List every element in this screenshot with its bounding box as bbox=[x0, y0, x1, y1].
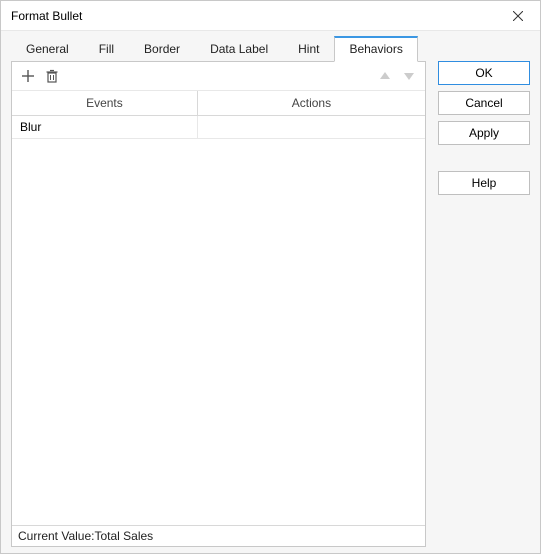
status-bar: Current Value:Total Sales bbox=[12, 525, 425, 546]
toolbar bbox=[12, 62, 425, 91]
tab-general[interactable]: General bbox=[11, 37, 84, 61]
arrow-up-icon bbox=[378, 69, 392, 83]
column-header-events[interactable]: Events bbox=[12, 91, 198, 115]
cell-event[interactable]: Blur bbox=[12, 116, 198, 138]
status-value: Total Sales bbox=[94, 529, 153, 543]
tab-strip: General Fill Border Data Label Hint Beha… bbox=[1, 31, 540, 61]
plus-icon bbox=[21, 69, 35, 83]
arrow-down-icon bbox=[402, 69, 416, 83]
move-down-button[interactable] bbox=[399, 66, 419, 86]
tab-fill[interactable]: Fill bbox=[84, 37, 129, 61]
tab-hint[interactable]: Hint bbox=[283, 37, 334, 61]
cancel-button[interactable]: Cancel bbox=[438, 91, 530, 115]
delete-button[interactable] bbox=[42, 66, 62, 86]
column-header-actions[interactable]: Actions bbox=[198, 91, 425, 115]
status-label: Current Value: bbox=[18, 529, 94, 543]
close-button[interactable] bbox=[496, 1, 540, 31]
trash-icon bbox=[45, 69, 59, 83]
add-button[interactable] bbox=[18, 66, 38, 86]
help-button[interactable]: Help bbox=[438, 171, 530, 195]
grid-header: Events Actions bbox=[12, 91, 425, 116]
tab-behaviors[interactable]: Behaviors bbox=[334, 36, 417, 62]
apply-button[interactable]: Apply bbox=[438, 121, 530, 145]
tab-data-label[interactable]: Data Label bbox=[195, 37, 283, 61]
grid-body[interactable]: Blur bbox=[12, 116, 425, 525]
dialog-window: Format Bullet General Fill Border Data L… bbox=[0, 0, 541, 554]
close-icon bbox=[513, 11, 523, 21]
title-bar: Format Bullet bbox=[1, 1, 540, 31]
tab-border[interactable]: Border bbox=[129, 37, 195, 61]
move-up-button[interactable] bbox=[375, 66, 395, 86]
table-row[interactable]: Blur bbox=[12, 116, 425, 139]
content-area: Events Actions Blur Current Value:Total … bbox=[1, 61, 540, 553]
behaviors-grid: Events Actions Blur bbox=[12, 91, 425, 525]
button-column: OK Cancel Apply Help bbox=[438, 61, 530, 547]
ok-button[interactable]: OK bbox=[438, 61, 530, 85]
window-title: Format Bullet bbox=[11, 9, 496, 23]
cell-action[interactable] bbox=[198, 116, 425, 138]
behaviors-panel: Events Actions Blur Current Value:Total … bbox=[11, 61, 426, 547]
